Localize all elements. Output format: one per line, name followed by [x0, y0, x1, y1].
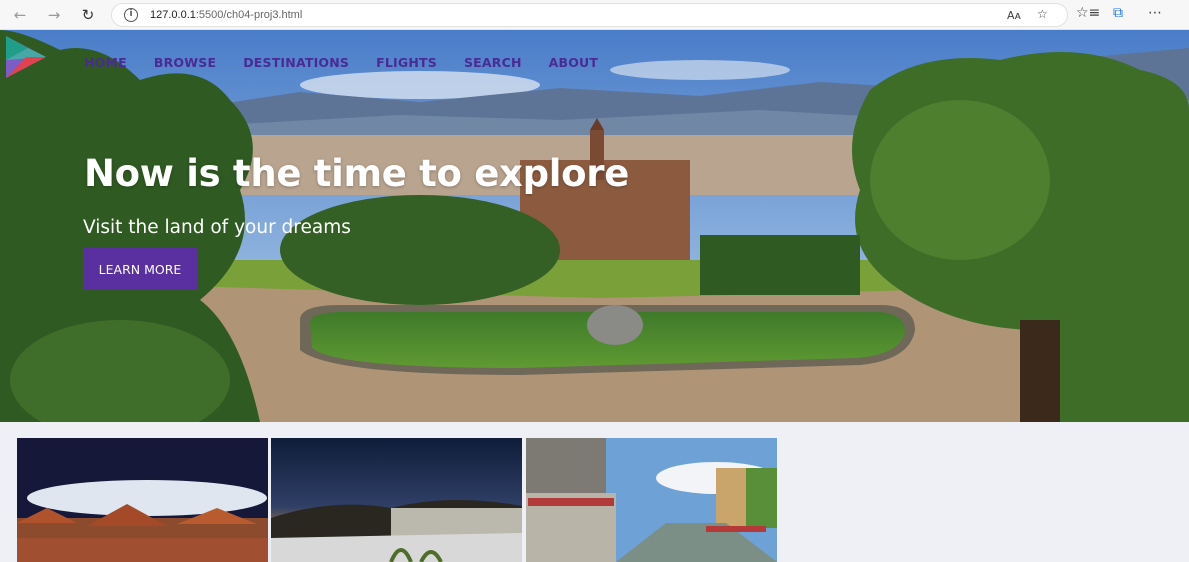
- url-host: 127.0.0.1: [150, 9, 196, 21]
- hero-title: Now is the time to explore: [84, 152, 630, 195]
- url-text[interactable]: 127.0.0.1:5500/ch04-proj3.html: [150, 9, 302, 21]
- favorites-icon[interactable]: ☆≡: [1076, 5, 1100, 21]
- arrow-right-icon: →: [47, 6, 61, 24]
- info-icon[interactable]: i: [124, 8, 138, 22]
- destination-thumbnail[interactable]: [526, 438, 777, 562]
- arrow-left-icon: ←: [13, 6, 27, 24]
- star-icon[interactable]: ☆: [1037, 7, 1048, 21]
- town-photo: [17, 438, 268, 562]
- hero-section: HOME BROWSE DESTINATIONS FLIGHTS SEARCH …: [0, 30, 1189, 422]
- play-logo-icon[interactable]: [4, 34, 48, 80]
- coast-photo: [271, 438, 522, 562]
- collections-icon[interactable]: ⧉: [1113, 5, 1123, 21]
- canal-photo: [526, 438, 777, 562]
- nav-item-browse[interactable]: BROWSE: [154, 55, 216, 70]
- learn-more-button[interactable]: LEARN MORE: [83, 248, 197, 290]
- more-icon[interactable]: ⋯: [1148, 5, 1162, 21]
- hero-subtitle: Visit the land of your dreams: [83, 217, 351, 238]
- main-nav: HOME BROWSE DESTINATIONS FLIGHTS SEARCH …: [84, 55, 625, 70]
- read-aloud-icon[interactable]: Aᴀ: [1007, 9, 1021, 22]
- reload-button[interactable]: ↻: [77, 4, 99, 26]
- nav-item-destinations[interactable]: DESTINATIONS: [243, 55, 349, 70]
- destination-thumbnail[interactable]: [17, 438, 268, 562]
- address-bar[interactable]: i 127.0.0.1:5500/ch04-proj3.html Aᴀ ☆: [111, 3, 1068, 27]
- nav-item-flights[interactable]: FLIGHTS: [376, 55, 437, 70]
- browser-toolbar: ← → ↻ i 127.0.0.1:5500/ch04-proj3.html A…: [0, 0, 1189, 30]
- nav-item-home[interactable]: HOME: [84, 55, 127, 70]
- nav-item-about[interactable]: ABOUT: [549, 55, 599, 70]
- url-path: :5500/ch04-proj3.html: [195, 9, 303, 21]
- destination-thumbnail[interactable]: [271, 438, 522, 562]
- reload-icon: ↻: [81, 6, 95, 24]
- forward-button[interactable]: →: [43, 4, 65, 26]
- back-button[interactable]: ←: [9, 4, 31, 26]
- nav-item-search[interactable]: SEARCH: [464, 55, 522, 70]
